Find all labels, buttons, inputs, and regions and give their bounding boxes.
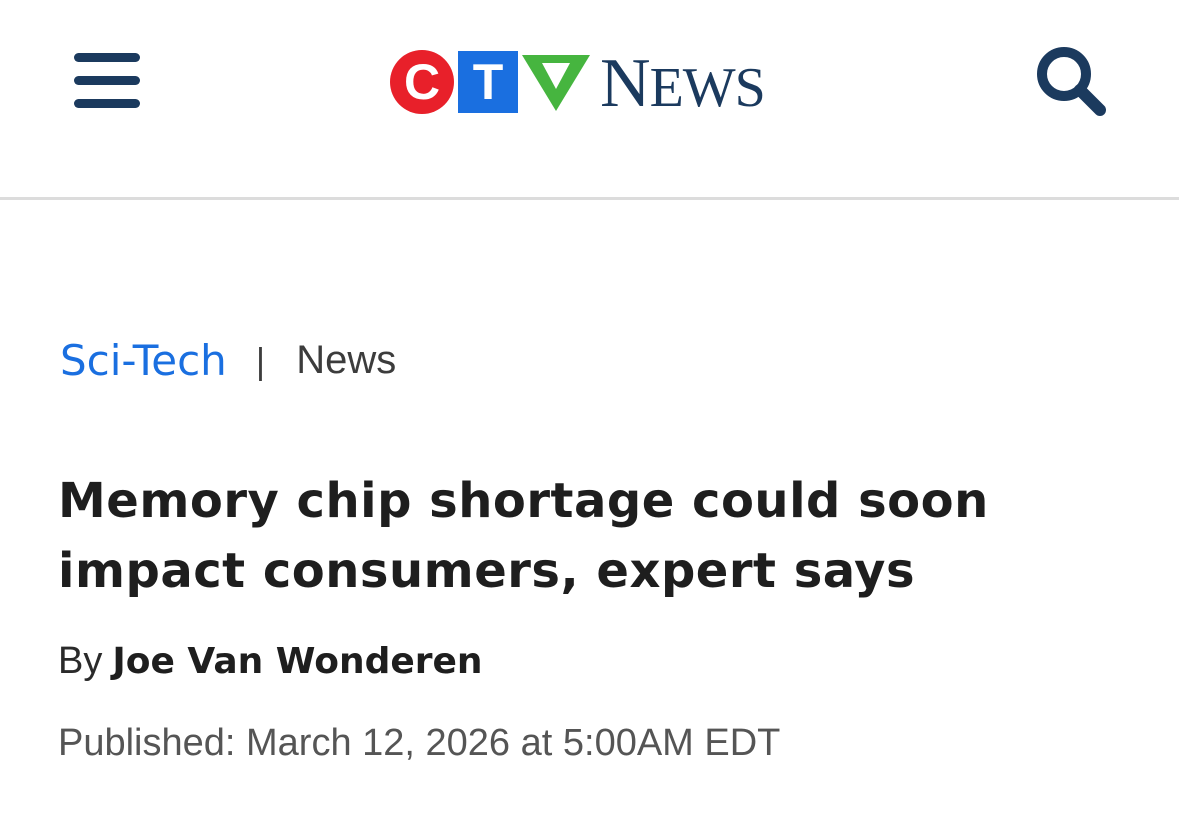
article-byline: By Joe Van Wonderen <box>58 640 483 683</box>
author-link[interactable]: Joe Van Wonderen <box>112 641 482 682</box>
site-header: C T NEWS <box>0 0 1179 200</box>
logo-t-square: T <box>458 51 518 113</box>
logo-wordmark: NEWS <box>600 49 766 119</box>
byline-prefix: By <box>58 640 103 682</box>
ctv-news-logo[interactable]: C T NEWS <box>390 46 766 119</box>
logo-word-first: N <box>600 45 651 122</box>
logo-v-triangle <box>522 55 590 111</box>
article-headline: Memory chip shortage could soon impact c… <box>58 473 989 599</box>
logo-word-rest: EWS <box>649 57 766 119</box>
menu-bar <box>74 53 140 62</box>
menu-bar <box>74 76 140 85</box>
ctv-logo-mark: C T <box>390 50 592 114</box>
search-icon[interactable] <box>1032 42 1110 120</box>
search-glyph <box>1037 47 1106 116</box>
menu-bar <box>74 99 140 108</box>
breadcrumb-section-link[interactable]: Sci-Tech <box>60 336 227 385</box>
publish-date: Published: March 12, 2026 at 5:00AM EDT <box>58 722 781 764</box>
breadcrumb-separator: | <box>254 342 267 382</box>
hamburger-menu-icon[interactable] <box>74 53 140 109</box>
logo-c-circle: C <box>390 50 454 114</box>
breadcrumb-subsection[interactable]: News <box>296 338 396 383</box>
breadcrumb: Sci-Tech | News <box>60 330 396 390</box>
